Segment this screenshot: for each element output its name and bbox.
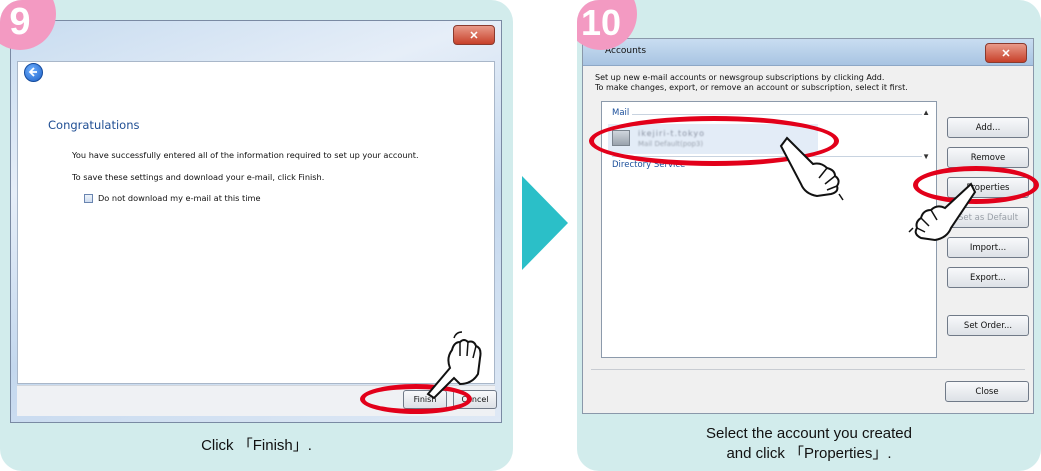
pointing-hand-icon: [779, 136, 844, 201]
step-9-panel: 9 ✕ Congratulations You have successfull…: [0, 0, 513, 471]
group-divider: [632, 114, 922, 115]
download-checkbox-label: Do not download my e-mail at this time: [98, 193, 261, 203]
next-step-arrow-icon: [522, 176, 568, 270]
remove-button[interactable]: Remove: [947, 147, 1029, 168]
window-titlebar: Accounts ✕: [583, 39, 1033, 66]
window-divider: [591, 369, 1025, 370]
step-caption: Click 「Finish」.: [201, 437, 312, 454]
download-option-row[interactable]: Do not download my e-mail at this time: [84, 193, 261, 203]
window-close-button[interactable]: ✕: [453, 25, 495, 45]
back-button[interactable]: [24, 63, 43, 82]
success-message: You have successfully entered all of the…: [72, 150, 419, 160]
page-title: Congratulations: [48, 118, 140, 132]
add-button[interactable]: Add...: [947, 117, 1029, 138]
pointing-hand-icon: [908, 182, 977, 242]
instruction-message: To save these settings and download your…: [72, 172, 325, 182]
caption-line-1: Select the account you created: [706, 425, 912, 442]
close-icon: ✕: [469, 29, 479, 42]
chevron-down-icon[interactable]: ▼: [922, 152, 930, 161]
chevron-up-icon[interactable]: ▲: [922, 108, 930, 117]
export-button[interactable]: Export...: [947, 267, 1029, 288]
instructions-line-2: To make changes, export, or remove an ac…: [595, 83, 908, 92]
step-caption: Select the account you created and click…: [577, 424, 1041, 464]
download-checkbox[interactable]: [84, 193, 93, 203]
close-icon: ✕: [1001, 47, 1011, 60]
caption-line-2: and click 「Properties」.: [726, 445, 892, 462]
window-close-button[interactable]: ✕: [985, 43, 1027, 63]
set-order-button[interactable]: Set Order...: [947, 315, 1029, 336]
step-10-panel: 10 Accounts ✕ Set up new e-mail accounts…: [577, 0, 1041, 471]
instructions-line-1: Set up new e-mail accounts or newsgroup …: [595, 73, 885, 82]
close-button[interactable]: Close: [945, 381, 1029, 402]
group-label-mail: Mail: [612, 108, 630, 118]
back-arrow-icon: [28, 67, 37, 77]
pointing-hand-icon: [426, 331, 482, 400]
